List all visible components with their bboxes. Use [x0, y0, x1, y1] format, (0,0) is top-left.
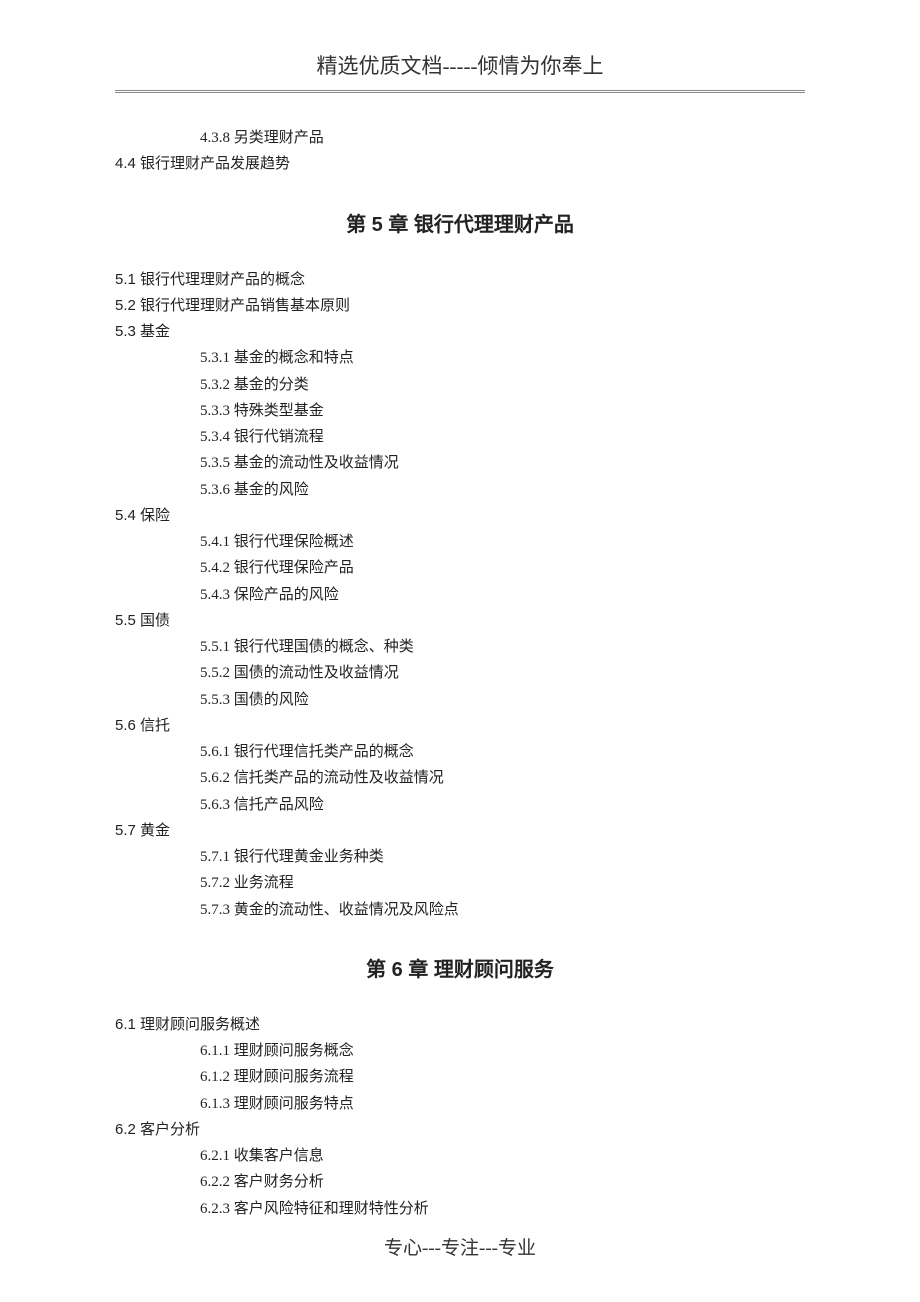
- toc-item: 5.6.3 信托产品风险: [200, 792, 805, 818]
- toc-item: 4.3.8 另类理财产品: [200, 125, 805, 151]
- toc-section: 6.1 理财顾问服务概述: [115, 1012, 805, 1038]
- toc-item: 5.3.2 基金的分类: [200, 372, 805, 398]
- toc-section: 6.2 客户分析: [115, 1117, 805, 1143]
- page-footer: 专心---专注---专业: [0, 1233, 920, 1260]
- chapter-title: 第 5 章 银行代理理财产品: [115, 208, 805, 237]
- toc-item: 5.3.6 基金的风险: [200, 477, 805, 503]
- toc-item: 5.3.3 特殊类型基金: [200, 398, 805, 424]
- toc-item: 6.1.1 理财顾问服务概念: [200, 1038, 805, 1064]
- toc-section: 4.4 银行理财产品发展趋势: [115, 151, 805, 177]
- toc-section: 5.2 银行代理理财产品销售基本原则: [115, 293, 805, 319]
- toc-item: 5.3.1 基金的概念和特点: [200, 345, 805, 371]
- toc-section: 5.3 基金: [115, 319, 805, 345]
- toc-section: 5.5 国债: [115, 608, 805, 634]
- toc-section: 5.6 信托: [115, 713, 805, 739]
- header-divider: [115, 90, 805, 93]
- toc-item: 6.2.1 收集客户信息: [200, 1143, 805, 1169]
- toc-item: 5.4.2 银行代理保险产品: [200, 555, 805, 581]
- toc-item: 5.6.1 银行代理信托类产品的概念: [200, 739, 805, 765]
- toc-item: 6.1.2 理财顾问服务流程: [200, 1064, 805, 1090]
- toc-item: 5.7.1 银行代理黄金业务种类: [200, 844, 805, 870]
- toc-item: 6.2.2 客户财务分析: [200, 1169, 805, 1195]
- toc-item: 5.4.3 保险产品的风险: [200, 582, 805, 608]
- page-header: 精选优质文档-----倾情为你奉上: [115, 50, 805, 90]
- toc-item: 5.5.3 国债的风险: [200, 687, 805, 713]
- toc-item: 5.7.3 黄金的流动性、收益情况及风险点: [200, 897, 805, 923]
- chapter-title: 第 6 章 理财顾问服务: [115, 953, 805, 982]
- toc-item: 5.5.2 国债的流动性及收益情况: [200, 660, 805, 686]
- toc-item: 6.2.3 客户风险特征和理财特性分析: [200, 1196, 805, 1222]
- toc-item: 5.5.1 银行代理国债的概念、种类: [200, 634, 805, 660]
- toc-section: 5.7 黄金: [115, 818, 805, 844]
- toc-section: 5.4 保险: [115, 503, 805, 529]
- toc-section: 5.1 银行代理理财产品的概念: [115, 267, 805, 293]
- toc-item: 6.1.3 理财顾问服务特点: [200, 1091, 805, 1117]
- toc-item: 5.3.5 基金的流动性及收益情况: [200, 450, 805, 476]
- toc-item: 5.7.2 业务流程: [200, 870, 805, 896]
- toc-item: 5.4.1 银行代理保险概述: [200, 529, 805, 555]
- toc-item: 5.3.4 银行代销流程: [200, 424, 805, 450]
- toc-item: 5.6.2 信托类产品的流动性及收益情况: [200, 765, 805, 791]
